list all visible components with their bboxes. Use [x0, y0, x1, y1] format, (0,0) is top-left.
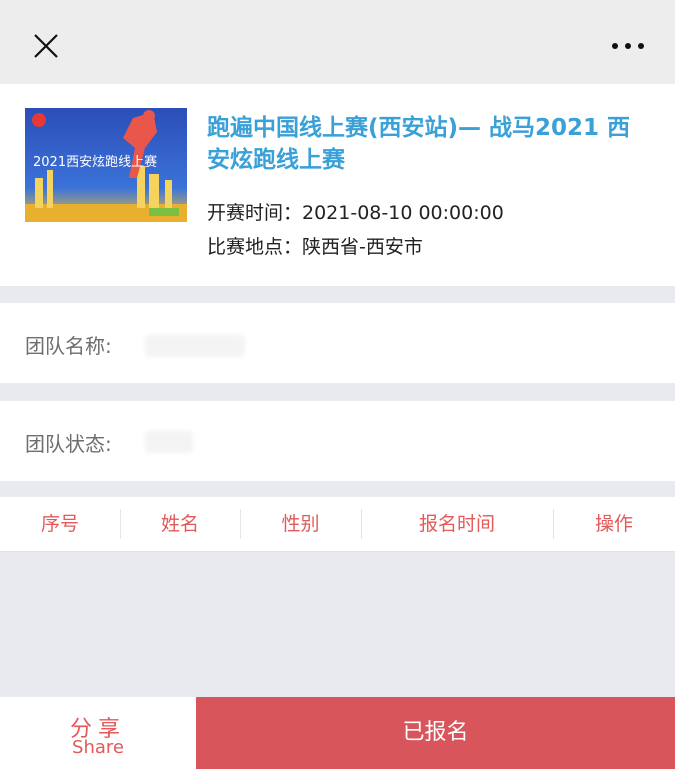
- team-status-value-redacted: [145, 431, 193, 453]
- members-table-header: 序号 姓名 性别 报名时间 操作: [0, 497, 675, 552]
- event-start-time: 开赛时间：2021-08-10 00:00:00: [207, 202, 504, 224]
- column-header-name: 姓名: [160, 513, 199, 535]
- team-status-label: 团队状态:: [25, 432, 112, 456]
- team-status-row: 团队状态:: [0, 401, 675, 481]
- column-header-signup-time: 报名时间: [418, 513, 495, 535]
- bottom-action-bar: 分享 Share 已报名: [0, 697, 675, 769]
- team-name-value-redacted: [145, 335, 245, 357]
- team-name-label: 团队名称:: [25, 334, 112, 358]
- event-title: 跑遍中国线上赛(西安站)— 战马2021 西安炫跑线上赛: [207, 115, 631, 173]
- more-icon: [612, 43, 644, 49]
- top-bar: [0, 0, 675, 84]
- share-button[interactable]: 分享 Share: [0, 697, 196, 769]
- team-name-row: 团队名称:: [0, 303, 675, 383]
- registered-button[interactable]: 已报名: [196, 697, 675, 769]
- column-header-index: 序号: [40, 513, 79, 535]
- close-icon: [34, 34, 58, 58]
- column-header-actions: 操作: [594, 513, 633, 535]
- column-header-gender: 性别: [281, 513, 320, 535]
- event-card: 2021西安炫跑线上赛 跑遍中国线上赛(西安站)— 战马2021 西安炫跑线上赛…: [0, 84, 675, 286]
- event-location: 比赛地点：陕西省-西安市: [207, 236, 423, 258]
- poster-title-text: 2021西安炫跑线上赛: [33, 154, 157, 170]
- event-poster-image: 2021西安炫跑线上赛: [25, 108, 187, 222]
- close-button[interactable]: [30, 30, 62, 62]
- share-label-en: Share: [72, 737, 124, 758]
- more-button[interactable]: [609, 36, 649, 56]
